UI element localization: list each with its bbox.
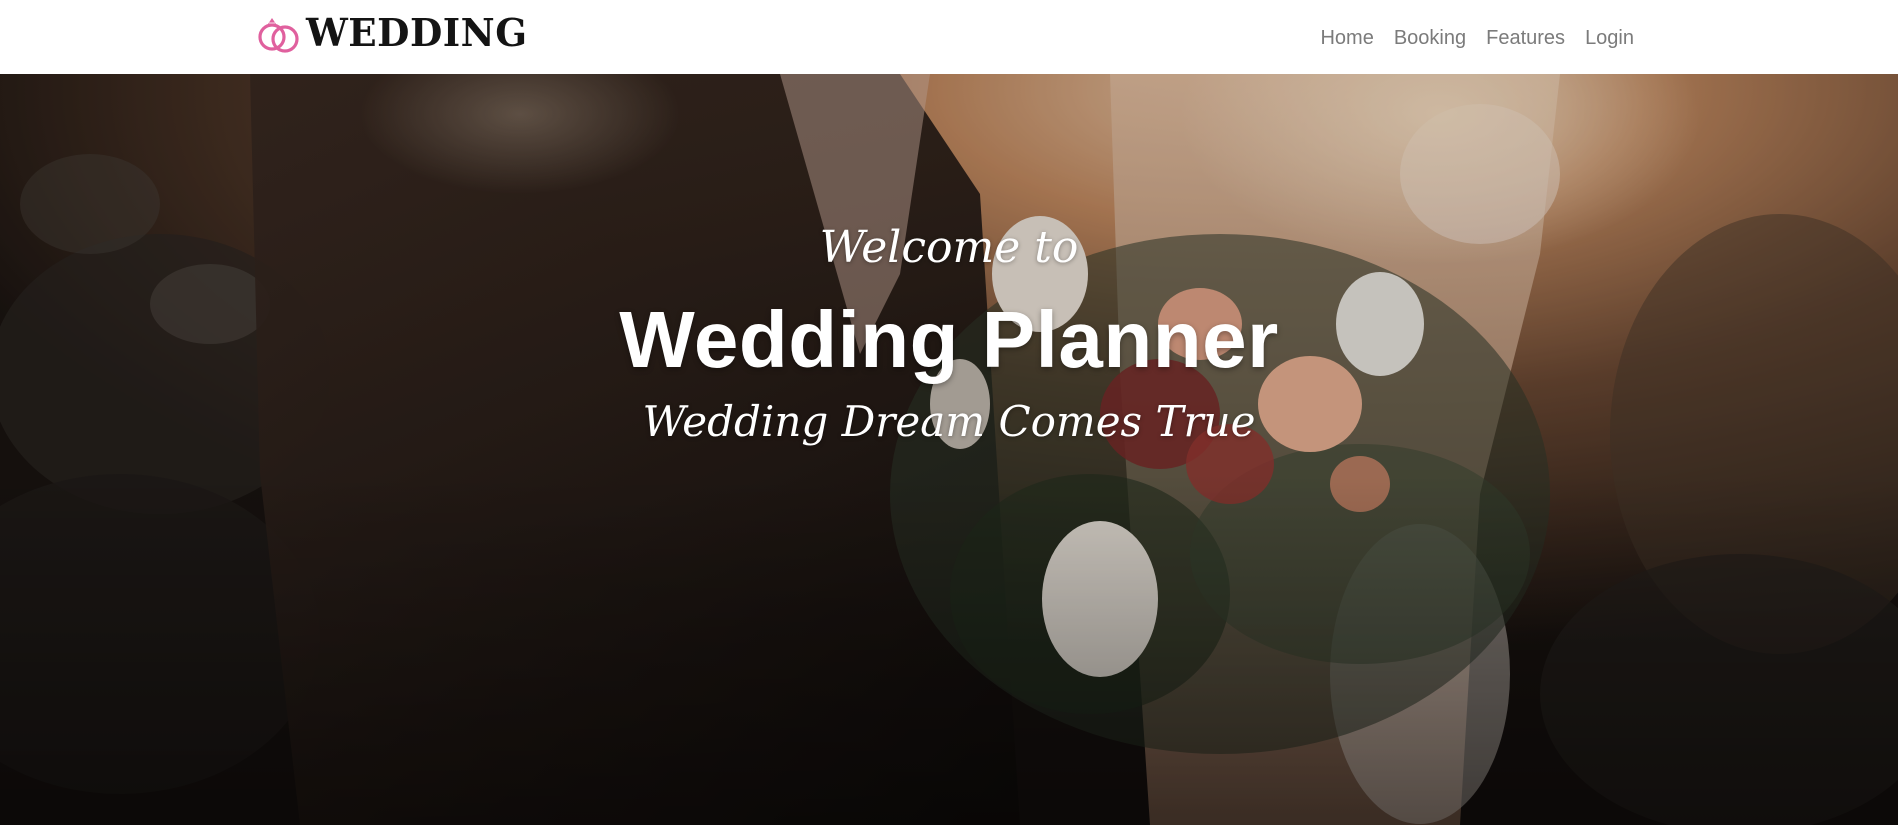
brand-name: WEDDING: [306, 10, 528, 55]
main-nav: Home Booking Features Login: [1300, 24, 1634, 52]
navbar: WEDDING Home Booking Features Login: [0, 0, 1898, 74]
hero-tagline: Wedding Dream Comes True: [642, 397, 1256, 446]
brand-logo-link[interactable]: WEDDING: [254, 8, 532, 58]
hero-title: Wedding Planner: [619, 295, 1279, 384]
nav-home[interactable]: Home: [1320, 24, 1373, 52]
nav-features[interactable]: Features: [1486, 24, 1565, 52]
wedding-rings-icon: [258, 18, 299, 53]
hero-welcome-text: Welcome to: [819, 222, 1079, 273]
nav-booking[interactable]: Booking: [1394, 24, 1466, 52]
nav-login[interactable]: Login: [1585, 24, 1634, 52]
